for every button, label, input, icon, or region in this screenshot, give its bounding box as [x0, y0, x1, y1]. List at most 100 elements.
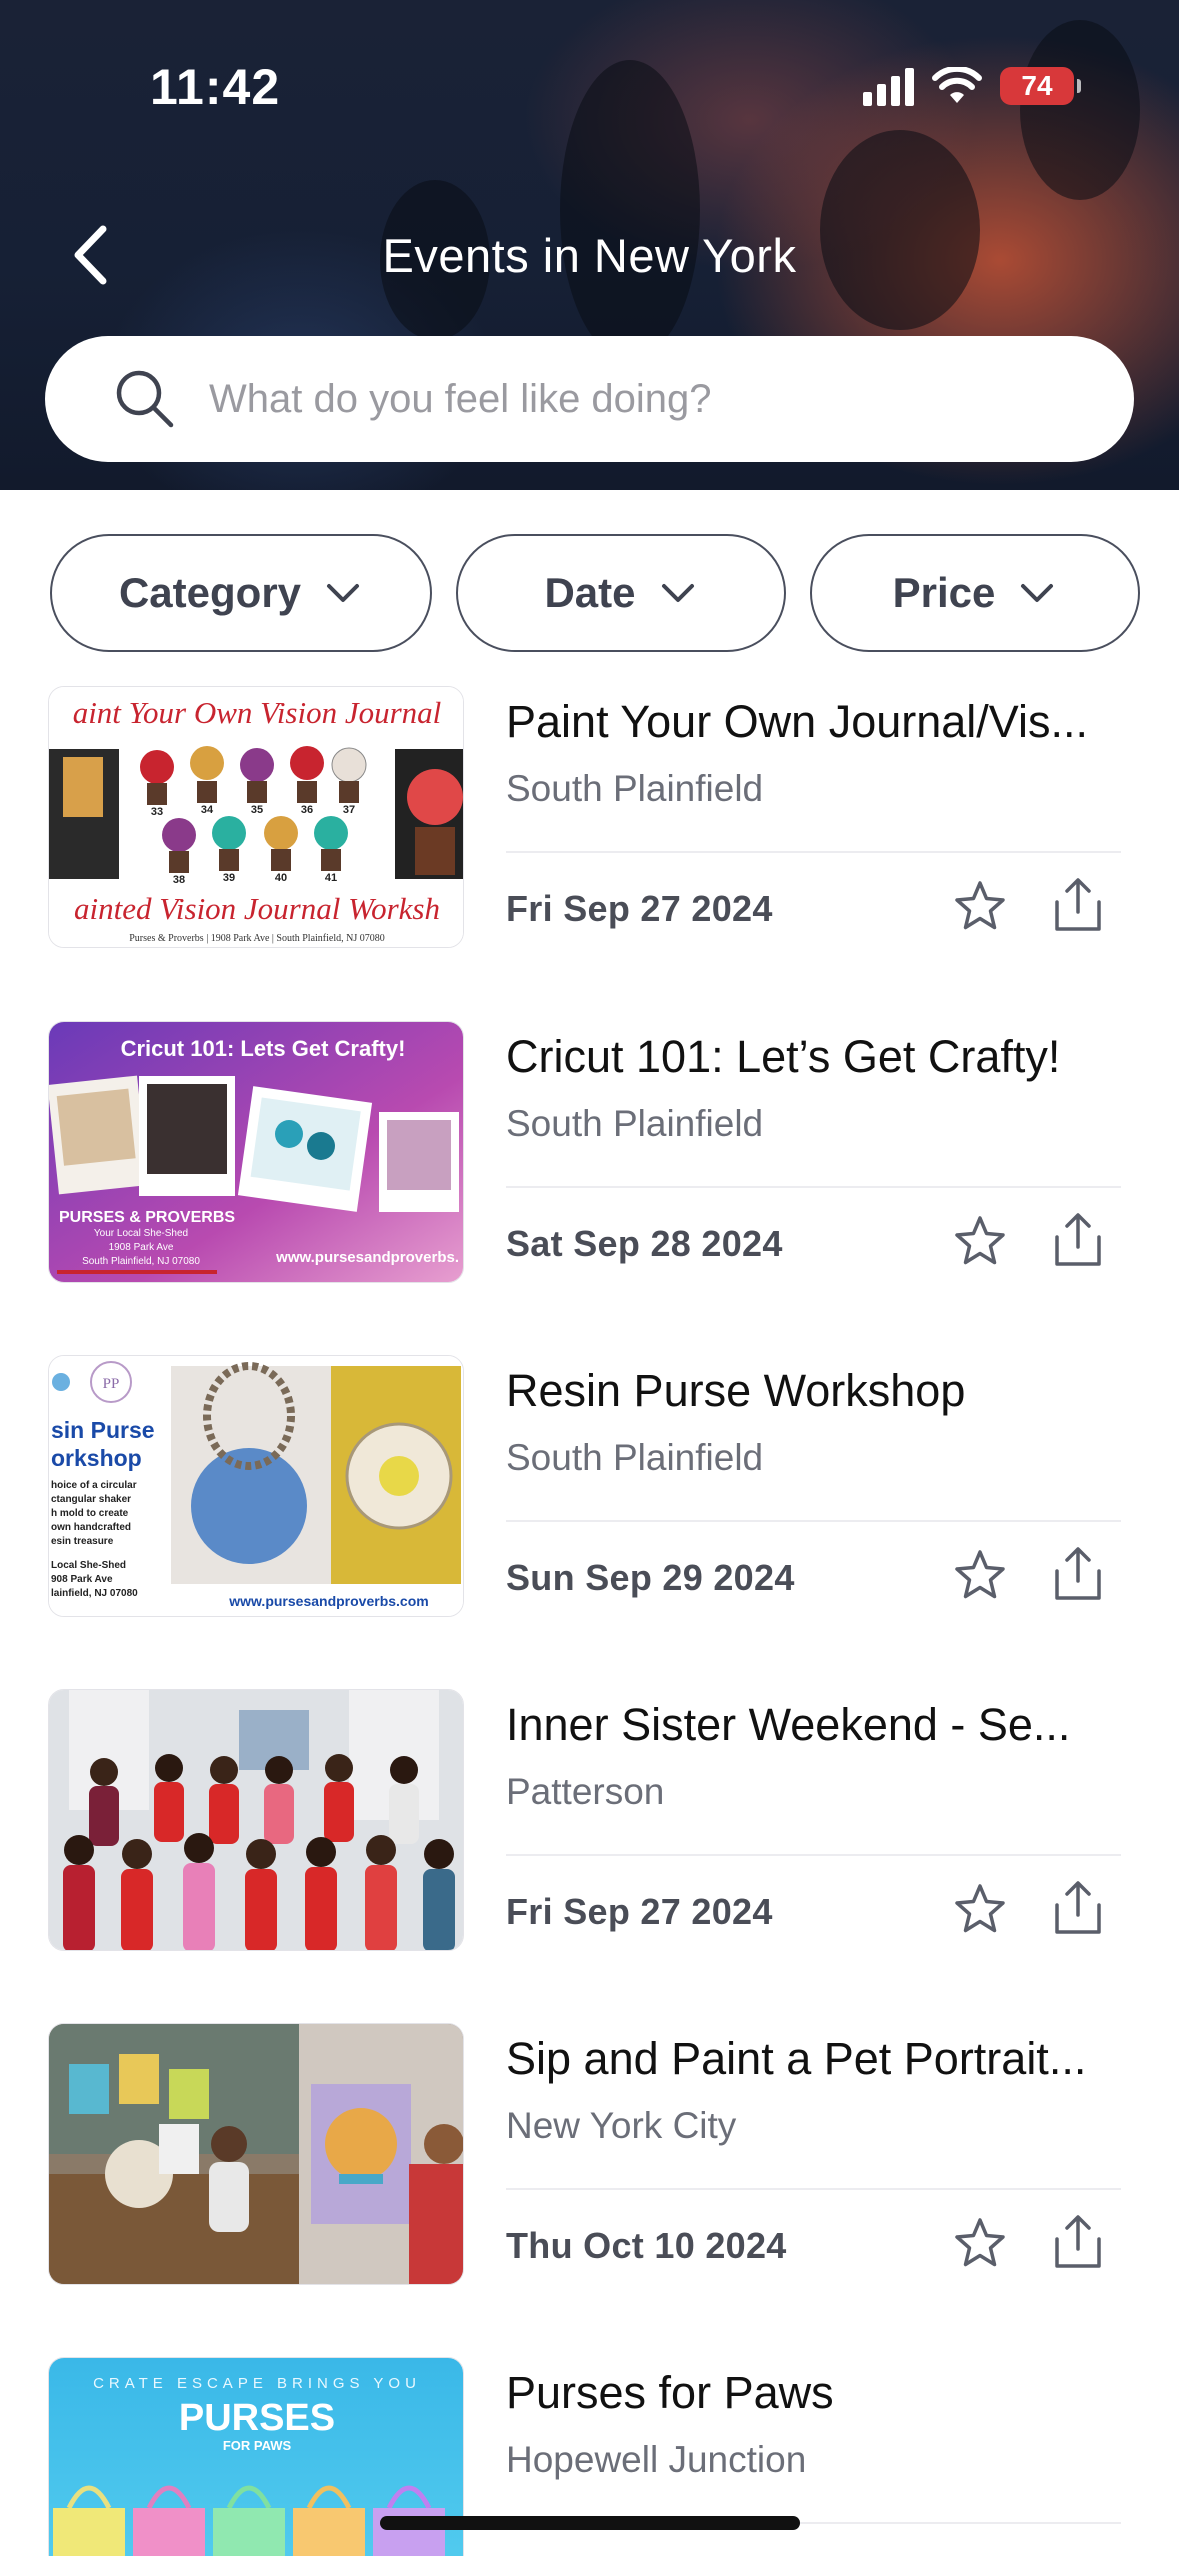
event-location: South Plainfield	[506, 1437, 764, 1478]
share-button[interactable]	[1048, 1543, 1108, 1605]
status-time: 11:42	[150, 59, 281, 115]
event-title[interactable]: Inner Sister Weekend - Se...	[506, 1699, 1126, 1751]
home-indicator[interactable]	[380, 2516, 800, 2530]
event-date: Fri Sep 27 2024	[506, 888, 773, 929]
svg-text:40: 40	[275, 872, 287, 884]
cellular-signal-icon	[863, 66, 914, 106]
search-bar[interactable]	[45, 336, 1134, 462]
thumb-top-text: aint Your Own Vision Journal	[73, 695, 442, 730]
favorite-button[interactable]	[950, 1545, 1010, 1605]
svg-text:esin treasure: esin treasure	[51, 1536, 114, 1547]
divider	[506, 1520, 1121, 1522]
svg-text:hoice of a circular: hoice of a circular	[51, 1480, 137, 1491]
svg-text:39: 39	[223, 872, 235, 884]
event-location: South Plainfield	[506, 768, 764, 809]
event-title[interactable]: Cricut 101: Let’s Get Crafty!	[506, 1031, 1126, 1083]
share-button[interactable]	[1048, 2211, 1108, 2273]
svg-text:33: 33	[151, 806, 163, 818]
event-location: South Plainfield	[506, 1103, 764, 1144]
filter-label: Date	[544, 569, 636, 616]
favorite-button[interactable]	[950, 1211, 1010, 1271]
svg-text:h mold to create: h mold to create	[51, 1508, 129, 1519]
battery-icon: 74	[1000, 67, 1081, 105]
chevron-down-icon	[1021, 584, 1054, 602]
event-title[interactable]: Paint Your Own Journal/Vis...	[506, 696, 1126, 748]
svg-text:CRATE ESCAPE BRINGS YOU: CRATE ESCAPE BRINGS YOU	[93, 2375, 421, 2392]
svg-text:34: 34	[201, 804, 214, 816]
svg-text:41: 41	[325, 872, 337, 884]
star-icon	[955, 881, 1005, 930]
divider	[506, 1854, 1121, 1856]
event-card[interactable]: Cricut 101: Lets Get Crafty! PURSES & PR…	[0, 1021, 1179, 1283]
svg-text:PP: PP	[103, 1376, 120, 1392]
filter-label: Price	[892, 569, 996, 616]
event-title[interactable]: Purses for Paws	[506, 2367, 1126, 2419]
event-thumbnail[interactable]: Cricut 101: Lets Get Crafty! PURSES & PR…	[48, 1021, 464, 1283]
svg-text:orkshop: orkshop	[51, 1445, 142, 1471]
event-location: Patterson	[506, 1771, 665, 1812]
header-banner: 11:42 74 Events in New York	[0, 0, 1179, 490]
share-button[interactable]	[1048, 874, 1108, 936]
svg-text:ctangular shaker: ctangular shaker	[51, 1494, 131, 1505]
star-icon	[955, 2218, 1005, 2267]
svg-text:PURSES: PURSES	[179, 2397, 335, 2439]
star-icon	[955, 1884, 1005, 1933]
svg-text:38: 38	[173, 874, 185, 886]
event-date: Sat Sep 28 2024	[506, 1223, 783, 1264]
event-thumbnail[interactable]	[48, 1689, 464, 1951]
svg-text:www.pursesandproverbs.com: www.pursesandproverbs.com	[228, 1593, 428, 1609]
status-icons: 74	[863, 66, 1081, 106]
svg-text:35: 35	[251, 804, 263, 816]
divider	[506, 2188, 1121, 2190]
event-thumbnail[interactable]: aint Your Own Vision Journal 33 34 35 36…	[48, 686, 464, 948]
filter-date[interactable]: Date	[456, 534, 786, 652]
share-button[interactable]	[1048, 1877, 1108, 1939]
share-icon	[1055, 1547, 1101, 1600]
event-card[interactable]: Inner Sister Weekend - Se... Patterson F…	[0, 1689, 1179, 1951]
event-card[interactable]: PP sin Purse orkshop hoice of a circular…	[0, 1355, 1179, 1617]
thumb-footer: Purses & Proverbs | 1908 Park Ave | Sout…	[129, 933, 384, 944]
svg-text:36: 36	[301, 804, 313, 816]
status-bar: 11:42 74	[0, 0, 1179, 140]
favorite-button[interactable]	[950, 2213, 1010, 2273]
svg-text:FOR PAWS: FOR PAWS	[223, 2438, 292, 2453]
favorite-button[interactable]	[950, 876, 1010, 936]
share-icon	[1055, 1881, 1101, 1934]
event-thumbnail[interactable]: PP sin Purse orkshop hoice of a circular…	[48, 1355, 464, 1617]
wifi-icon	[932, 67, 982, 103]
star-icon	[955, 1216, 1005, 1265]
filter-price[interactable]: Price	[810, 534, 1140, 652]
event-card[interactable]: Sip and Paint a Pet Portrait... New York…	[0, 2023, 1179, 2285]
event-title[interactable]: Resin Purse Workshop	[506, 1365, 1126, 1417]
event-thumbnail[interactable]	[48, 2023, 464, 2285]
svg-text:908 Park Ave: 908 Park Ave	[51, 1574, 113, 1585]
share-icon	[1055, 1213, 1101, 1266]
thumb-headline: Cricut 101: Lets Get Crafty!	[121, 1036, 406, 1061]
page-title: Events in New York	[382, 229, 797, 282]
event-location: Hopewell Junction	[506, 2439, 807, 2480]
divider	[506, 1186, 1121, 1188]
svg-text:1908 Park Ave: 1908 Park Ave	[109, 1242, 174, 1253]
share-button[interactable]	[1048, 1209, 1108, 1271]
favorite-button[interactable]	[950, 1879, 1010, 1939]
thumb-brand: PURSES & PROVERBS	[59, 1209, 235, 1226]
svg-text:own handcrafted: own handcrafted	[51, 1522, 131, 1533]
chevron-down-icon	[661, 584, 694, 602]
thumb-url: www.pursesandproverbs.	[275, 1249, 459, 1266]
search-input[interactable]	[209, 376, 1009, 422]
chevron-down-icon	[327, 584, 360, 602]
svg-text:sin Purse: sin Purse	[51, 1417, 155, 1443]
svg-text:Your Local She-Shed: Your Local She-Shed	[94, 1228, 188, 1239]
svg-text:Local She-Shed: Local She-Shed	[51, 1560, 126, 1571]
star-icon	[955, 1550, 1005, 1599]
event-card[interactable]: aint Your Own Vision Journal 33 34 35 36…	[0, 686, 1179, 948]
event-date: Fri Sep 27 2024	[506, 1891, 773, 1932]
svg-text:lainfield, NJ 07080: lainfield, NJ 07080	[51, 1588, 138, 1599]
event-date: Sun Sep 29 2024	[506, 1557, 795, 1598]
event-title[interactable]: Sip and Paint a Pet Portrait...	[506, 2033, 1126, 2085]
filter-category[interactable]: Category	[50, 534, 432, 652]
svg-text:South Plainfield, NJ 07080: South Plainfield, NJ 07080	[82, 1256, 200, 1267]
share-icon	[1055, 878, 1101, 931]
filter-label: Category	[118, 569, 302, 616]
search-icon	[116, 370, 174, 428]
